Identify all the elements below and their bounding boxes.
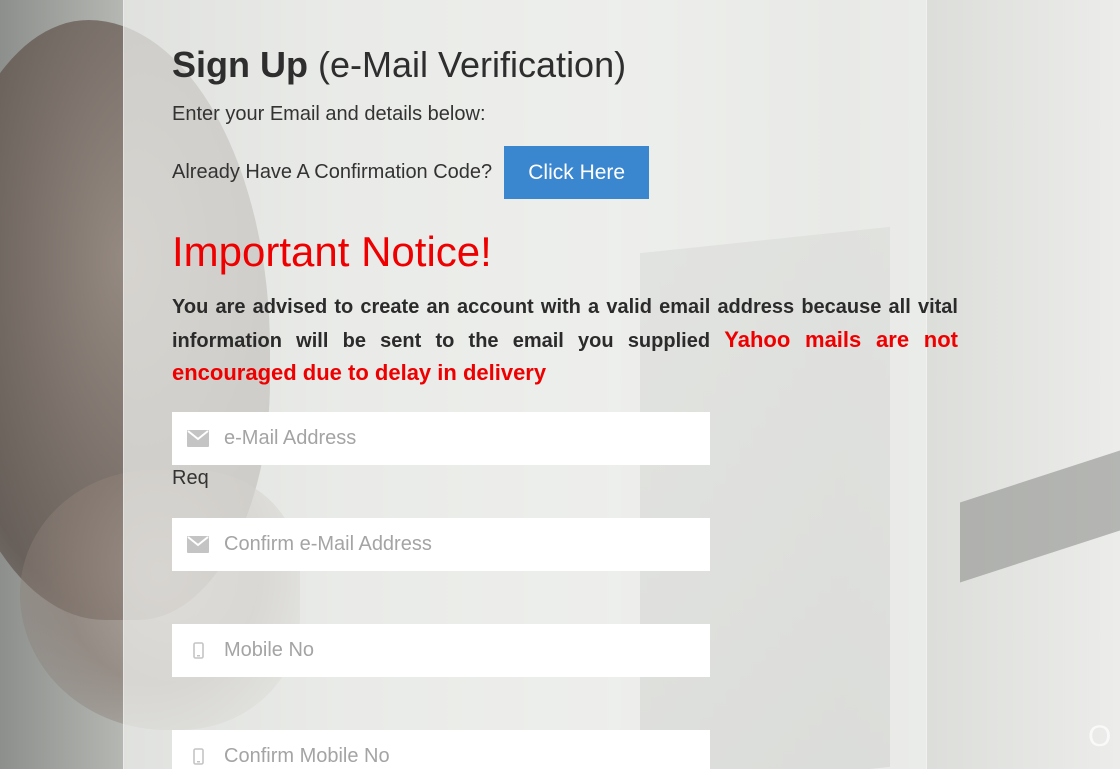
background-photo-desk <box>960 437 1120 583</box>
confirm-email-input[interactable] <box>224 524 694 565</box>
instructions-text: Enter your Email and details below: <box>172 103 486 125</box>
signup-page: O Sign Up (e-Mail Verification) Enter yo… <box>0 0 1120 769</box>
mobile-phone-icon <box>172 730 224 769</box>
email-required-label: Req <box>172 467 209 489</box>
confirm-mobile-input[interactable] <box>224 736 694 769</box>
page-title: Sign Up (e-Mail Verification) <box>172 44 626 86</box>
mobile-field <box>172 624 710 677</box>
confirm-email-field <box>172 518 710 571</box>
important-notice-heading: Important Notice! <box>172 228 492 275</box>
mobile-input[interactable] <box>224 630 694 671</box>
important-notice-text: You are advised to create an account wit… <box>172 291 958 391</box>
click-here-button[interactable]: Click Here <box>504 146 650 199</box>
email-field <box>172 412 710 465</box>
email-input[interactable] <box>224 418 694 459</box>
background-logo-fragment: O <box>1088 720 1112 753</box>
page-title-main: Sign Up <box>172 44 308 85</box>
envelope-icon <box>172 518 224 571</box>
envelope-icon <box>172 412 224 465</box>
mobile-phone-icon <box>172 624 224 677</box>
confirmation-code-prompt: Already Have A Confirmation Code? <box>172 161 493 183</box>
confirm-mobile-field <box>172 730 710 769</box>
confirmation-code-row: Already Have A Confirmation Code? Click … <box>172 146 650 199</box>
page-title-sub: (e-Mail Verification) <box>318 44 627 85</box>
